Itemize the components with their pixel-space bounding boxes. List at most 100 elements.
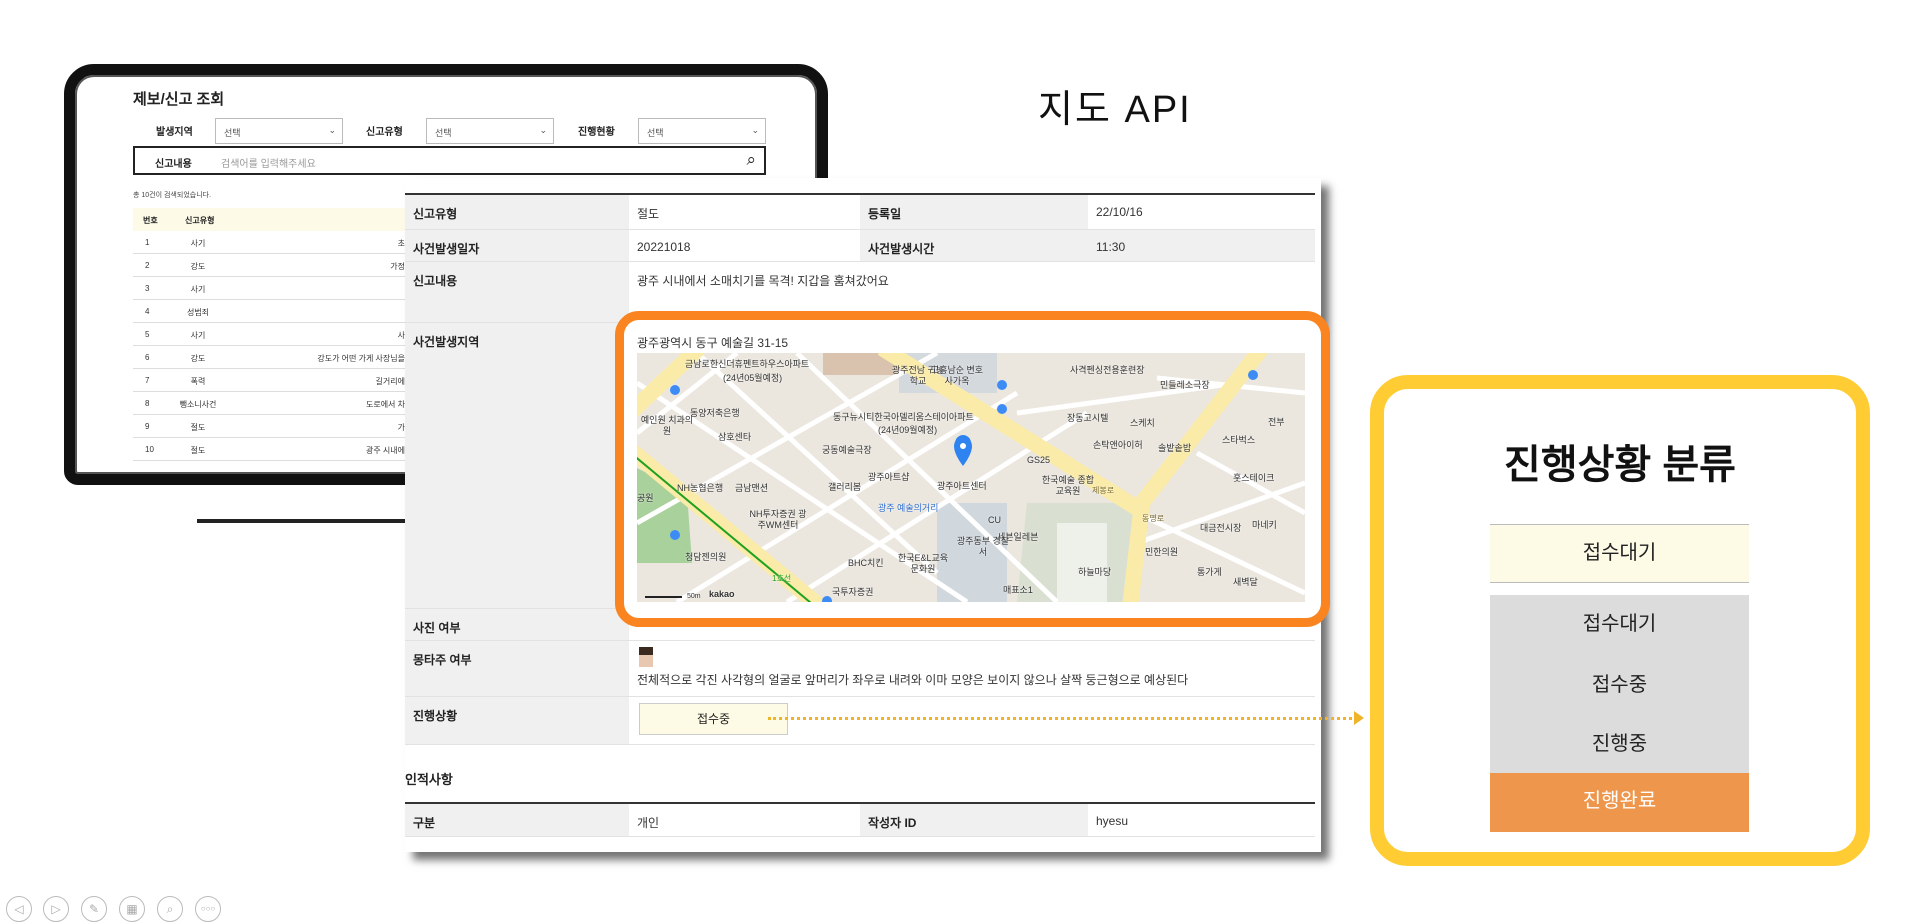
map-view[interactable]: 금남로한신더휴펜트하우스아파트 (24년05월예정) 광주전남 귀농학교 고흥남순 변… — [637, 353, 1305, 602]
list-row[interactable]: 3 사기 — [133, 277, 413, 300]
status-option-receiving[interactable]: 접수중 — [1490, 668, 1749, 697]
map-label: 솔밭솥밥 — [1158, 443, 1192, 453]
status-button[interactable]: 접수중 — [639, 703, 788, 735]
map-label: 동양저축은행 — [690, 408, 740, 418]
search-icon[interactable]: ⌕ — [746, 150, 756, 170]
map-label: 스타벅스 — [1222, 435, 1256, 445]
row-content: 사 — [397, 331, 405, 340]
slides-icon[interactable]: ▦ — [119, 896, 145, 922]
prev-icon[interactable]: ◁ — [6, 896, 32, 922]
row-type: 뺑소니사건 — [179, 400, 217, 409]
list-row[interactable]: 6 강도 강도가 어떤 가게 사장님을 — [133, 346, 413, 369]
row-type: 성범죄 — [186, 308, 210, 317]
section-title-person: 인적사항 — [405, 772, 453, 787]
row-no: 2 — [145, 261, 150, 270]
slide-title: 지도 API — [1038, 89, 1192, 131]
status-option-waiting[interactable]: 접수대기 — [1490, 607, 1749, 636]
value: 개인 — [637, 816, 660, 830]
row-no: 10 — [145, 445, 154, 454]
value: 22/10/16 — [1096, 205, 1143, 219]
status-option-in-progress[interactable]: 진행중 — [1490, 727, 1749, 756]
map-label: 금남맨션 — [735, 483, 769, 493]
dotted-connector — [768, 717, 1358, 720]
row-content: 광주 시내에 — [365, 446, 405, 455]
select-value: 선택 — [224, 128, 241, 138]
value: 11:30 — [1088, 230, 1315, 261]
filter-label-type: 신고유형 — [366, 127, 403, 138]
chevron-down-icon: ⌄ — [751, 125, 759, 135]
list-row[interactable]: 2 강도 가정 — [133, 254, 413, 277]
row-no: 3 — [145, 284, 150, 293]
filter-label-status: 진행현황 — [578, 127, 615, 138]
list-row[interactable]: 10 절도 광주 시내에 — [133, 438, 413, 461]
map-label: NH농협은행 — [677, 483, 724, 493]
map-label: CU — [988, 515, 1001, 525]
map-label: 공원 — [637, 493, 654, 503]
row-incident-date: 사건발생일자 20221018 사건발생시간 11:30 — [405, 230, 1315, 262]
row-type: 강도 — [190, 262, 206, 271]
map-label: 통가게 — [1197, 567, 1222, 577]
filter-select-type[interactable]: 선택 ⌄ — [426, 118, 554, 144]
select-value: 선택 — [435, 128, 452, 138]
row-no: 8 — [145, 399, 150, 408]
map-label: 광주 예술의거리 — [878, 503, 939, 513]
row-content: 도로에서 차 — [365, 400, 405, 409]
row-status: 진행상황 — [405, 697, 1315, 745]
zoom-icon[interactable]: ⌕ — [157, 896, 183, 922]
filter-select-region[interactable]: 선택 ⌄ — [215, 118, 343, 144]
label: 사건발생시간 — [860, 230, 1088, 261]
list-title: 제보/신고 조회 — [133, 91, 225, 108]
map-label: 삼호센타 — [718, 432, 752, 442]
select-value: 선택 — [647, 128, 664, 138]
row-content: 가 — [397, 423, 405, 432]
list-row[interactable]: 1 사기 초 — [133, 231, 413, 254]
map-label: 전부 — [1268, 417, 1285, 427]
map-label: 동구뉴시티한국아델리움스테이아파트 — [833, 412, 974, 422]
map-label: 민한의원 — [1145, 547, 1179, 557]
row-report-type: 신고유형 절도 등록일 22/10/16 — [405, 195, 1315, 230]
status-select-current[interactable]: 접수대기 — [1490, 524, 1749, 583]
label: 사진 여부 — [405, 609, 629, 640]
row-no: 7 — [145, 376, 150, 385]
list-row[interactable]: 5 사기 사 — [133, 323, 413, 346]
montage-thumbnail[interactable] — [639, 647, 653, 667]
map-label: (24년05월예정) — [723, 373, 783, 383]
label: 진행상황 — [405, 697, 629, 744]
map-label: 궁동예술극장 — [822, 445, 872, 455]
map-label: 국투자증권 — [832, 587, 874, 597]
map-label: BHC치킨 — [848, 558, 884, 568]
row-content: 초 — [397, 239, 405, 248]
label: 등록일 — [860, 195, 1088, 229]
row-type: 사기 — [190, 331, 206, 340]
map-label: 1호선 — [772, 574, 792, 583]
map-label: 민들레소극장 — [1160, 380, 1210, 390]
search-bar[interactable]: 신고내용 검색어를 입력해주세요 ⌕ — [133, 146, 766, 175]
result-count: 총 10건이 검색되었습니다. — [133, 192, 212, 199]
row-type: 절도 — [190, 446, 206, 455]
search-input[interactable]: 검색어를 입력해주세요 — [221, 155, 316, 170]
next-icon[interactable]: ▷ — [43, 896, 69, 922]
pen-icon[interactable]: ✎ — [81, 896, 107, 922]
map-brand: kakao — [709, 589, 735, 599]
list-row[interactable]: 9 절도 가 — [133, 415, 413, 438]
map-label: 광주아트센터 — [937, 481, 987, 491]
list-row[interactable]: 7 폭력 길거리에 — [133, 369, 413, 392]
map-label: 장동고시텔 — [1067, 413, 1109, 423]
map-label: 새벽달 — [1233, 577, 1258, 587]
row-montage: 몽타주 여부 전체적으로 각진 사각형의 얼굴로 앞머리가 좌우로 내려와 이마… — [405, 641, 1315, 697]
map-label: 동명로 — [1142, 514, 1165, 523]
row-person: 구분 개인 작성자 ID hyesu — [405, 804, 1315, 837]
filter-label-region: 발생지역 — [156, 127, 193, 138]
more-icon[interactable]: ○○○ — [195, 896, 221, 922]
tablet-base — [197, 519, 407, 523]
chevron-down-icon: ⌄ — [328, 125, 336, 135]
list-row[interactable]: 4 성범죄 — [133, 300, 413, 323]
row-type: 강도 — [190, 354, 206, 363]
label: 신고유형 — [405, 195, 629, 229]
status-option-done[interactable]: 진행완료 — [1490, 773, 1749, 832]
label: 구분 — [405, 804, 629, 836]
filter-select-status[interactable]: 선택 ⌄ — [638, 118, 766, 144]
map-label: GS25 — [1027, 455, 1051, 465]
row-no: 1 — [145, 238, 150, 247]
list-row[interactable]: 8 뺑소니사건 도로에서 차 — [133, 392, 413, 415]
